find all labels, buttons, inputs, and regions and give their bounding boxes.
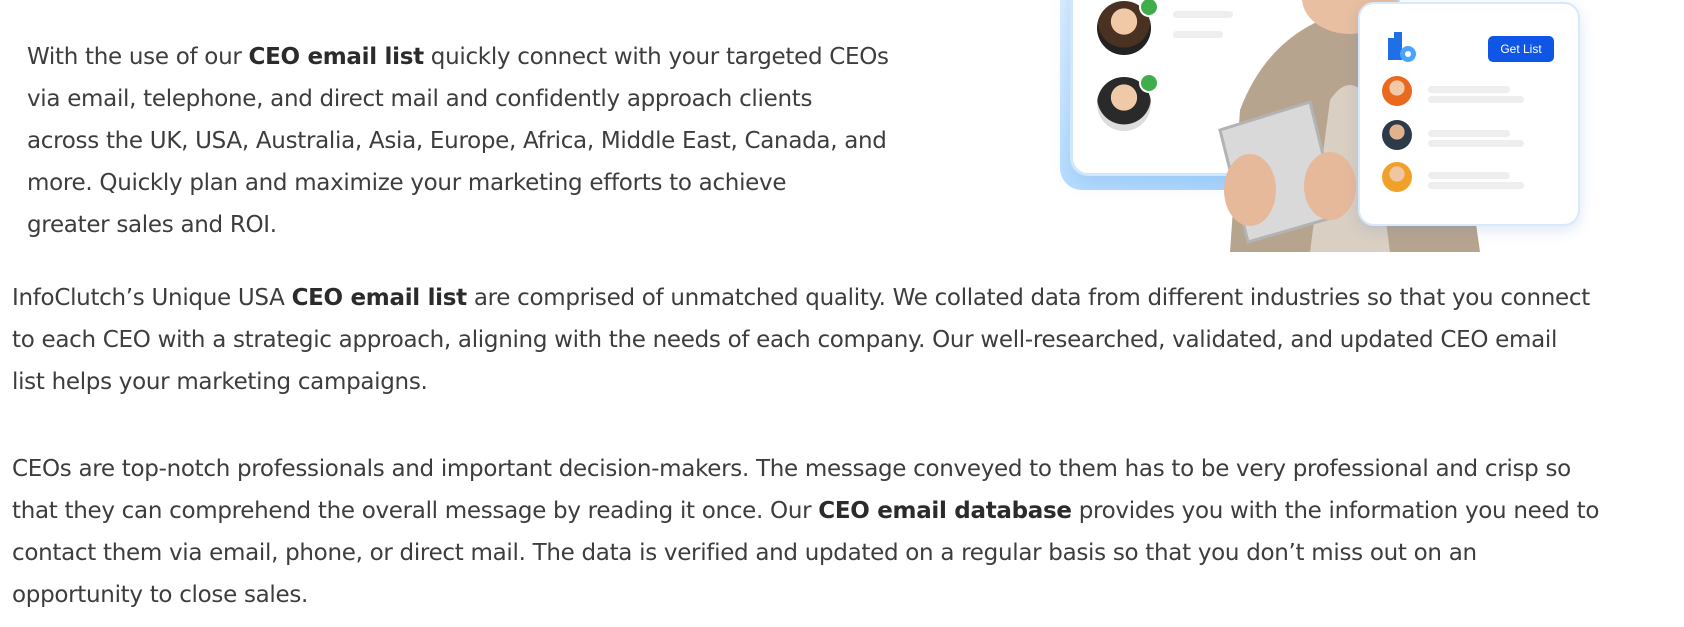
text-line: to each CEO with a strategic approach, a… [12, 319, 1590, 361]
text-line: list helps your marketing campaigns. [12, 361, 1590, 403]
intro-paragraph: With the use of our CEO email list quick… [27, 36, 889, 246]
decision-makers-paragraph: CEOs are top-notch professionals and imp… [12, 448, 1599, 616]
text-segment: to each CEO with a strategic approach, a… [12, 327, 1558, 353]
text-line: more. Quickly plan and maximize your mar… [27, 162, 889, 204]
text-line: across the UK, USA, Australia, Asia, Eur… [27, 120, 889, 162]
placeholder-text-bar [1428, 86, 1510, 93]
checkmark-icon [1139, 73, 1159, 93]
bold-keyword: CEO email list [291, 285, 468, 311]
placeholder-text-bar [1428, 130, 1510, 137]
hero-illustration: Get List [1060, 0, 1580, 252]
bold-keyword: CEO email list [248, 44, 425, 70]
text-segment: greater sales and ROI. [27, 212, 277, 238]
text-segment: InfoClutch’s Unique USA [12, 285, 292, 311]
quality-paragraph: InfoClutch’s Unique USA CEO email list a… [12, 277, 1590, 403]
contact-avatar [1382, 120, 1412, 150]
text-line: via email, telephone, and direct mail an… [27, 78, 889, 120]
text-line: greater sales and ROI. [27, 204, 889, 246]
text-segment: provides you with the information you ne… [1071, 498, 1600, 524]
text-line: opportunity to close sales. [12, 574, 1599, 616]
text-segment: across the UK, USA, Australia, Asia, Eur… [27, 128, 887, 154]
text-segment: opportunity to close sales. [12, 582, 309, 608]
contact-avatar [1382, 76, 1412, 106]
text-segment: that they can comprehend the overall mes… [12, 498, 819, 524]
text-segment: list helps your marketing campaigns. [12, 369, 428, 395]
placeholder-text-bar [1428, 172, 1510, 179]
bold-keyword: CEO email database [818, 498, 1072, 524]
text-segment: With the use of our [27, 44, 249, 70]
get-list-card: Get List [1358, 2, 1580, 226]
text-segment: CEOs are top-notch professionals and imp… [12, 456, 1571, 482]
text-line: CEOs are top-notch professionals and imp… [12, 448, 1599, 490]
text-segment: via email, telephone, and direct mail an… [27, 86, 813, 112]
contact-avatar [1382, 162, 1412, 192]
text-segment: more. Quickly plan and maximize your mar… [27, 170, 787, 196]
text-segment: are comprised of unmatched quality. We c… [466, 285, 1590, 311]
text-line: With the use of our CEO email list quick… [27, 36, 889, 78]
placeholder-text-bar [1428, 182, 1524, 189]
text-line: InfoClutch’s Unique USA CEO email list a… [12, 277, 1590, 319]
text-line: that they can comprehend the overall mes… [12, 490, 1599, 532]
text-segment: contact them via email, phone, or direct… [12, 540, 1477, 566]
building-gear-icon [1388, 32, 1416, 62]
text-line: contact them via email, phone, or direct… [12, 532, 1599, 574]
placeholder-text-bar [1428, 140, 1524, 147]
checkmark-icon [1139, 0, 1159, 17]
get-list-button[interactable]: Get List [1488, 36, 1554, 62]
placeholder-text-bar [1428, 96, 1524, 103]
text-segment: quickly connect with your targeted CEOs [423, 44, 889, 70]
